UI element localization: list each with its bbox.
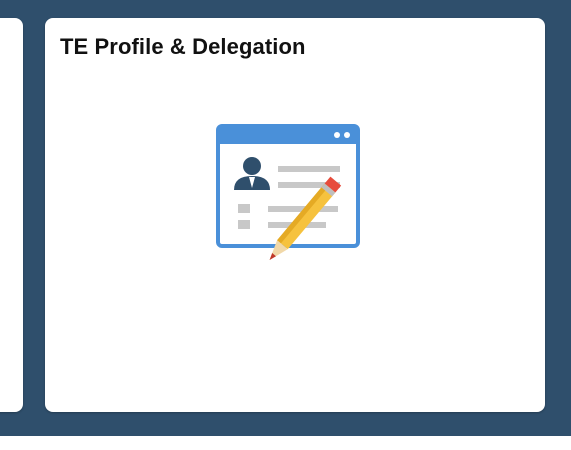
tile-title: TE Profile & Delegation xyxy=(60,34,306,59)
tile-grid-background: TE Profile & Delegation xyxy=(0,0,571,450)
te-profile-delegation-tile[interactable]: TE Profile & Delegation xyxy=(45,18,545,412)
previous-tile[interactable] xyxy=(0,18,23,412)
bottom-edge xyxy=(0,436,571,450)
profile-edit-icon xyxy=(216,124,360,261)
